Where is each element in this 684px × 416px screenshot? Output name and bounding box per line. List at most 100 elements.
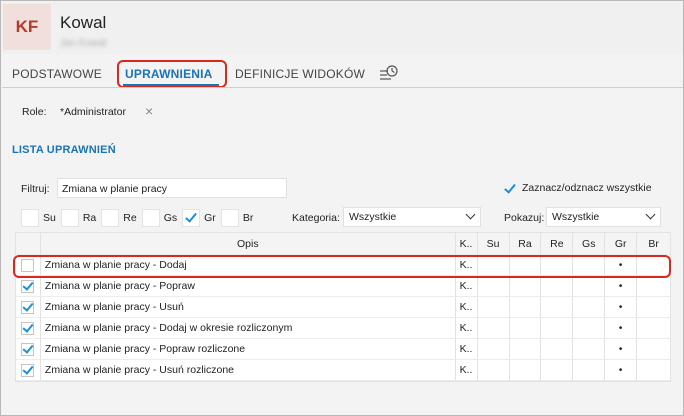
- column-header-br[interactable]: Br: [637, 233, 670, 254]
- cell-gs: [573, 297, 606, 317]
- role-tag: *Administrator: [60, 106, 126, 118]
- close-icon[interactable]: ×: [145, 103, 153, 119]
- row-checkbox[interactable]: [21, 300, 35, 314]
- permission-filter-br[interactable]: Br: [220, 209, 254, 227]
- cell-su: [478, 318, 510, 338]
- select-all-checkbox[interactable]: Zaznacz/odznacz wszystkie: [502, 178, 652, 198]
- column-header-gs[interactable]: Gs: [573, 233, 606, 254]
- cell-re: [541, 339, 574, 359]
- cell-value: •: [618, 343, 623, 355]
- show-label: Pokazuj:: [504, 212, 545, 224]
- section-title: LISTA UPRAWNIEŃ: [12, 144, 116, 156]
- page-subtitle: Jan Kowal: [60, 38, 107, 49]
- cell-ra: [510, 276, 542, 296]
- row-highlight-annotation: [13, 255, 671, 278]
- cell-re: [541, 318, 574, 338]
- permission-filter-re[interactable]: Re: [101, 209, 137, 227]
- cell-re: [541, 276, 574, 296]
- permission-filter-gr[interactable]: Gr: [182, 209, 216, 227]
- checkbox[interactable]: [60, 209, 79, 227]
- column-header-opis[interactable]: Opis: [41, 233, 456, 254]
- checkbox[interactable]: [220, 209, 239, 227]
- permission-filter-su[interactable]: Su: [21, 209, 56, 227]
- checkbox[interactable]: [101, 209, 120, 227]
- checkbox[interactable]: [21, 209, 39, 227]
- column-header-su[interactable]: Su: [478, 233, 510, 254]
- permission-filter-label: Gs: [163, 212, 178, 224]
- checkbox[interactable]: [182, 209, 201, 227]
- row-checkbox[interactable]: [21, 363, 35, 377]
- cell-br: [637, 360, 670, 380]
- chevron-down-icon: [645, 209, 656, 220]
- cell-value: •: [618, 322, 623, 334]
- tab-definicje-widokow[interactable]: DEFINICJE WIDOKÓW: [235, 67, 365, 81]
- cell-opis: Zmiana w planie pracy - Popraw rozliczon…: [41, 339, 456, 359]
- cell-gs: [573, 360, 606, 380]
- checkbox[interactable]: [141, 209, 160, 227]
- permission-filter-label: Ra: [82, 212, 97, 224]
- cell-gr: •: [605, 339, 638, 359]
- cell-k: K..: [456, 339, 478, 359]
- table-row[interactable]: Zmiana w planie pracy - Usuń rozliczone K…: [16, 360, 670, 381]
- column-header-k[interactable]: K..: [456, 233, 478, 254]
- row-checkbox-cell[interactable]: [16, 297, 41, 317]
- show-select[interactable]: Wszystkie: [546, 207, 661, 227]
- cell-su: [478, 297, 510, 317]
- cell-br: [637, 297, 670, 317]
- cell-k: K..: [456, 297, 478, 317]
- tab-podstawowe[interactable]: PODSTAWOWE: [12, 67, 102, 81]
- permission-filter-ra[interactable]: Ra: [60, 209, 97, 227]
- table-row[interactable]: Zmiana w planie pracy - Dodaj w okresie …: [16, 318, 670, 339]
- cell-ra: [510, 360, 542, 380]
- category-value: Wszystkie: [349, 211, 397, 223]
- cell-k: K..: [456, 276, 478, 296]
- cell-value: •: [618, 280, 623, 292]
- row-checkbox[interactable]: [21, 342, 35, 356]
- row-checkbox-cell[interactable]: [16, 318, 41, 338]
- cell-opis: Zmiana w planie pracy - Usuń: [41, 297, 456, 317]
- checkmark-icon: [502, 181, 516, 195]
- column-header-ra[interactable]: Ra: [510, 233, 542, 254]
- cell-gs: [573, 276, 606, 296]
- cell-ra: [510, 297, 542, 317]
- cell-gr: •: [605, 360, 638, 380]
- cell-gr: •: [605, 276, 638, 296]
- row-checkbox-cell[interactable]: [16, 276, 41, 296]
- cell-value: •: [618, 364, 623, 376]
- filter-input[interactable]: Zmiana w planie pracy: [57, 178, 287, 198]
- table-row[interactable]: Zmiana w planie pracy - Popraw K.. •: [16, 276, 670, 297]
- page-title: Kowal: [60, 13, 107, 32]
- permission-filter-gs[interactable]: Gs: [141, 209, 178, 227]
- column-header-re[interactable]: Re: [541, 233, 574, 254]
- cell-gr: •: [605, 297, 638, 317]
- cell-re: [541, 360, 574, 380]
- row-checkbox[interactable]: [21, 321, 35, 335]
- permission-filter-label: Re: [123, 212, 137, 224]
- row-checkbox-cell[interactable]: [16, 339, 41, 359]
- show-value: Wszystkie: [552, 211, 600, 223]
- cell-re: [541, 297, 574, 317]
- category-select[interactable]: Wszystkie: [343, 207, 481, 227]
- avatar: KF: [3, 4, 51, 50]
- window: KF Kowal Jan Kowal PODSTAWOWE UPRAWNIENI…: [0, 0, 684, 416]
- role-label: Role:: [22, 106, 47, 118]
- row-checkbox[interactable]: [21, 279, 35, 293]
- history-icon[interactable]: [379, 65, 399, 83]
- cell-br: [637, 318, 670, 338]
- tab-highlight-annotation: [117, 60, 227, 88]
- permission-filter-group: Su Ra Re Gs Gr Br: [21, 207, 258, 229]
- cell-opis: Zmiana w planie pracy - Usuń rozliczone: [41, 360, 456, 380]
- cell-br: [637, 276, 670, 296]
- cell-su: [478, 276, 510, 296]
- column-header-gr[interactable]: Gr: [605, 233, 638, 254]
- cell-value: •: [618, 301, 623, 313]
- cell-su: [478, 339, 510, 359]
- tab-bar: PODSTAWOWE UPRAWNIENIA DEFINICJE WIDOKÓW: [1, 61, 683, 89]
- cell-opis: Zmiana w planie pracy - Popraw: [41, 276, 456, 296]
- table-row[interactable]: Zmiana w planie pracy - Popraw rozliczon…: [16, 339, 670, 360]
- table-row[interactable]: Zmiana w planie pracy - Usuń K.. •: [16, 297, 670, 318]
- permission-filter-label: Br: [242, 212, 254, 224]
- row-checkbox-cell[interactable]: [16, 360, 41, 380]
- column-header: [16, 233, 41, 254]
- filter-label: Filtruj:: [21, 183, 50, 195]
